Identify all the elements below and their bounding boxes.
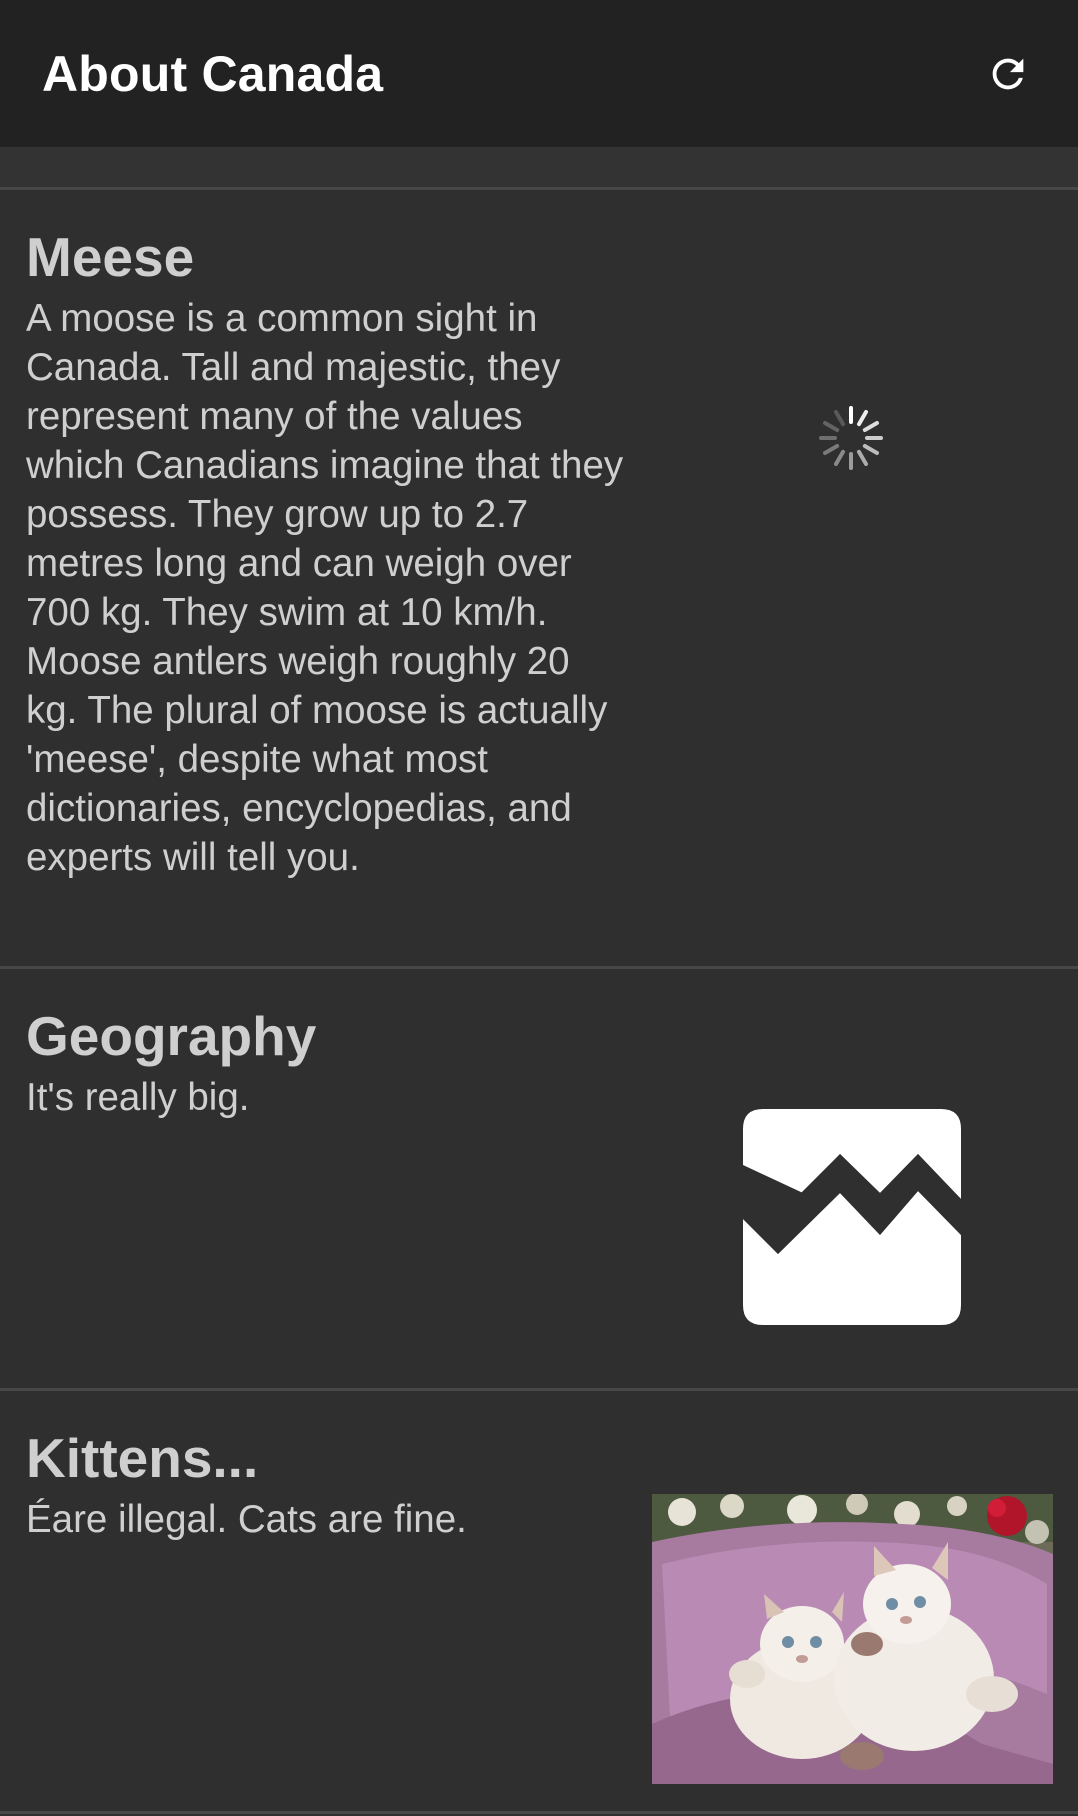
app-bar: About Canada: [0, 0, 1078, 147]
list-item-text: Kittens... Éare illegal. Cats are fine.: [26, 1427, 626, 1544]
app-title: About Canada: [42, 45, 384, 102]
refresh-icon: [992, 58, 1024, 89]
list-item-title: Geography: [26, 1005, 317, 1067]
broken-image-icon: [743, 1109, 961, 1325]
refresh-button[interactable]: [978, 44, 1038, 104]
list-item-meese[interactable]: Meese A moose is a common sight in Canad…: [0, 190, 1078, 966]
list-item-description: Éare illegal. Cats are fine.: [26, 1498, 467, 1541]
list-item-title: Kittens...: [26, 1427, 259, 1489]
kittens-photo: [652, 1494, 1053, 1784]
list-item-text: Geography It's really big.: [26, 1005, 626, 1122]
loading-spinner-icon: [819, 406, 883, 470]
list-item-description: A moose is a common sight in Canada. Tal…: [26, 297, 624, 879]
divider: [0, 1811, 1078, 1814]
list-item-title: Meese: [26, 226, 195, 288]
list-item-description: It's really big.: [26, 1076, 250, 1119]
list-top-spacer: [0, 147, 1078, 189]
list-item-text: Meese A moose is a common sight in Canad…: [26, 226, 626, 882]
